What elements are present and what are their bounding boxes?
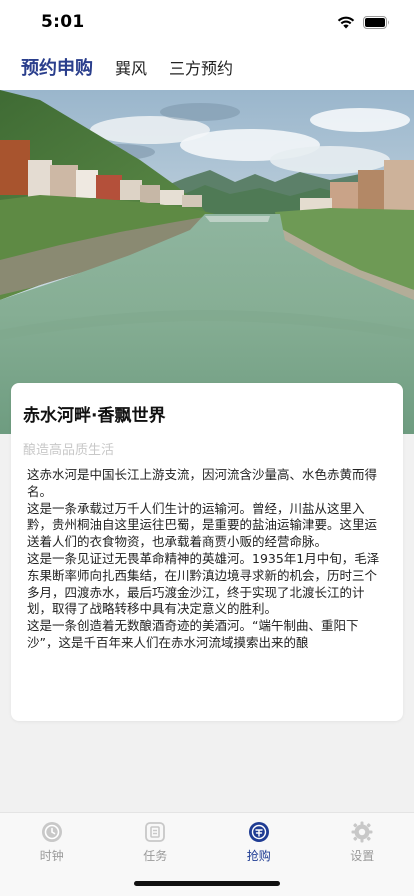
card-paragraph: 这是一条创造着无数酿酒奇迹的美酒河。“端午制曲、重阳下沙”，这是千百年来人们在赤… [27,618,359,650]
nav-label-clock: 时钟 [39,849,64,863]
nav-item-clock[interactable]: 时钟 [0,813,104,869]
card-paragraph: 这赤水河是中国长江上游支流，因河流含沙量高、水色赤黄而得名。 [27,467,378,499]
battery-icon [363,15,389,29]
tab-xunfeng[interactable]: 巽风 [115,55,147,79]
card-subtitle: 酿造高品质生活 [23,443,115,458]
nav-item-settings[interactable]: 设置 [311,813,414,869]
nav-label-settings: 设置 [350,849,375,863]
status-bar: 5:01 [0,0,414,44]
card-title: 赤水河畔·香飘世界 [23,406,166,426]
status-time: 5:01 [41,12,85,32]
card-paragraph: 这是一条见证过无畏革命精神的英雄河。1935年1月中旬，毛泽东果断率师向扎西集结… [27,550,380,617]
nav-item-purchase[interactable]: 抢购 [207,813,311,869]
card-body[interactable]: 这赤水河是中国长江上游支流，因河流含沙量高、水色赤黄而得名。 这是一条承载过万千… [27,467,389,711]
top-tab-bar: 预约申购 巽风 三方预约 [0,44,414,90]
status-icons [337,15,390,29]
gear-icon [351,821,373,843]
purchase-icon [248,822,269,842]
nav-item-tasks[interactable]: 任务 [104,813,208,869]
task-icon [145,822,166,842]
info-card: 赤水河畔·香飘世界 酿造高品质生活 这赤水河是中国长江上游支流，因河流含沙量高、… [11,383,403,721]
nav-label-purchase: 抢购 [246,849,271,863]
tab-reservation[interactable]: 预约申购 [21,54,93,80]
nav-label-tasks: 任务 [143,849,168,863]
home-indicator [134,881,280,886]
tab-third-party[interactable]: 三方预约 [169,55,233,79]
clock-icon [41,822,62,842]
wifi-icon [337,16,355,29]
card-paragraph: 这是一条承载过万千人们生计的运输河。曾经，川盐从这里入黔，贵州桐油自这里运往巴蜀… [27,500,378,550]
